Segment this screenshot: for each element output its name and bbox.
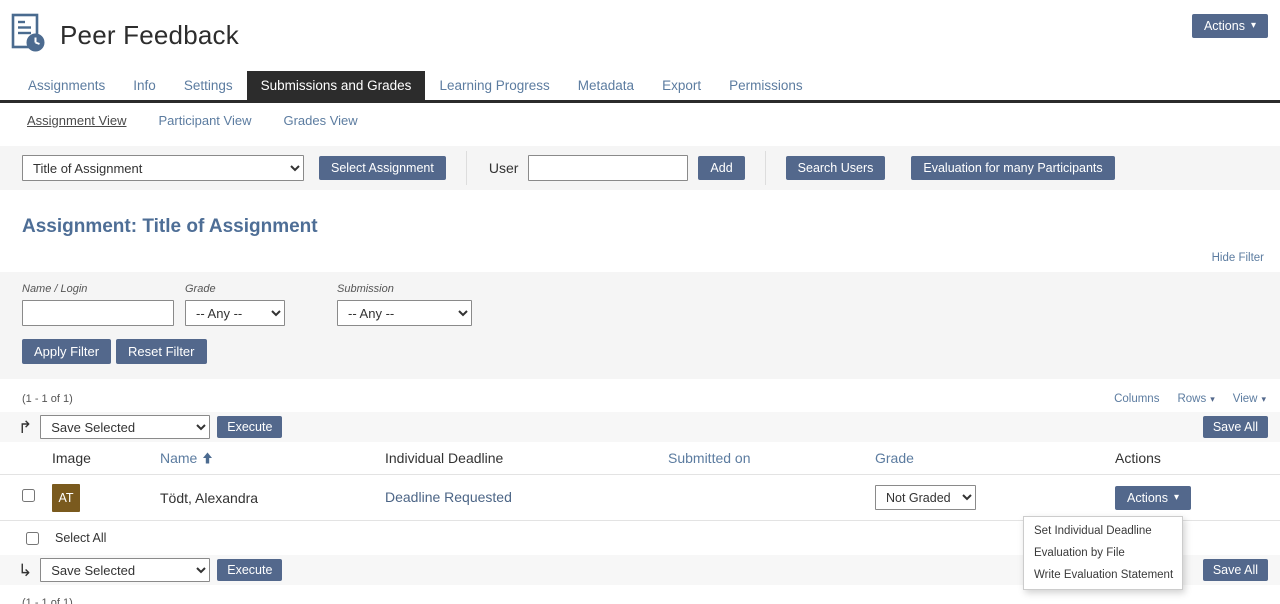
column-header-name-sort[interactable]: Name <box>160 450 213 466</box>
save-all-button-top[interactable]: Save All <box>1203 416 1268 438</box>
menu-item-set-individual-deadline[interactable]: Set Individual Deadline <box>1024 520 1182 542</box>
sort-ascending-icon <box>202 452 213 464</box>
rows-dropdown[interactable]: Rows ▾ <box>1177 393 1214 405</box>
caret-down-icon: ▾ <box>1261 395 1266 404</box>
select-all-checkbox[interactable] <box>26 532 39 545</box>
table-row: AT Tödt, Alexandra Deadline Requested No… <box>0 475 1280 521</box>
subtab-participant-view[interactable]: Participant View <box>158 113 251 128</box>
apply-filter-button[interactable]: Apply Filter <box>22 339 111 364</box>
subtab-bar: Assignment View Participant View Grades … <box>0 103 1280 136</box>
column-header-actions: Actions <box>1115 450 1280 466</box>
columns-link[interactable]: Columns <box>1114 393 1159 405</box>
page-title: Peer Feedback <box>60 20 239 51</box>
table-header-row: Image Name Individual Deadline Submitted… <box>0 442 1280 475</box>
subtab-grades-view[interactable]: Grades View <box>283 113 357 128</box>
bulk-action-select-bottom[interactable]: Save Selected <box>40 558 210 582</box>
page-header: Peer Feedback Actions ▾ <box>0 0 1280 61</box>
tab-permissions[interactable]: Permissions <box>715 71 817 100</box>
row-actions-menu: Set Individual Deadline Evaluation by Fi… <box>1023 516 1183 590</box>
arrow-up-right-icon: ↱ <box>18 419 32 436</box>
column-header-individual-deadline: Individual Deadline <box>385 450 668 466</box>
assignment-select[interactable]: Title of Assignment <box>22 155 304 181</box>
filter-submission-label: Submission <box>337 283 472 295</box>
result-range-top: (1 - 1 of 1) <box>22 393 73 405</box>
search-users-button[interactable]: Search Users <box>786 156 886 180</box>
hide-filter-row: Hide Filter <box>0 238 1280 272</box>
menu-item-evaluation-by-file[interactable]: Evaluation by File <box>1024 542 1182 564</box>
caret-down-icon: ▾ <box>1251 21 1256 31</box>
filter-name-login-input[interactable] <box>22 300 174 326</box>
subtab-assignment-view[interactable]: Assignment View <box>27 113 126 128</box>
column-header-grade-sort[interactable]: Grade <box>875 450 914 466</box>
arrow-down-right-icon: ↳ <box>18 562 32 579</box>
filter-name-login-label: Name / Login <box>22 283 174 295</box>
save-all-button-bottom[interactable]: Save All <box>1203 559 1268 581</box>
exercise-icon <box>10 12 46 59</box>
tab-settings[interactable]: Settings <box>170 71 247 100</box>
bulk-actions-top: ↱ Save Selected Execute Save All <box>0 412 1280 442</box>
row-actions-button[interactable]: Actions ▾ <box>1115 486 1191 510</box>
add-user-button[interactable]: Add <box>698 156 744 180</box>
assignment-heading: Assignment: Title of Assignment <box>22 216 1280 238</box>
grade-select[interactable]: Not Graded <box>875 485 976 510</box>
caret-down-icon: ▾ <box>1210 395 1215 404</box>
select-all-label: Select All <box>55 531 106 545</box>
table-range-row: (1 - 1 of 1) Columns Rows ▾ View ▾ <box>0 379 1280 412</box>
toolbar-separator <box>765 151 766 185</box>
column-header-name-label: Name <box>160 450 197 466</box>
toolbar-separator <box>466 151 467 185</box>
peer-feedback-page: Peer Feedback Actions ▾ Assignments Info… <box>0 0 1280 604</box>
tab-assignments[interactable]: Assignments <box>14 71 119 100</box>
execute-button-top[interactable]: Execute <box>217 416 282 438</box>
filter-grade-select[interactable]: -- Any -- <box>185 300 285 326</box>
page-actions-button[interactable]: Actions ▾ <box>1192 14 1268 38</box>
caret-down-icon: ▾ <box>1174 493 1179 503</box>
tab-bar: Assignments Info Settings Submissions an… <box>0 71 1280 103</box>
rows-label: Rows <box>1177 393 1206 405</box>
row-actions-label: Actions <box>1127 491 1168 505</box>
select-assignment-button[interactable]: Select Assignment <box>319 156 446 180</box>
tab-info[interactable]: Info <box>119 71 170 100</box>
filter-grade-label: Grade <box>185 283 285 295</box>
user-input[interactable] <box>528 155 688 181</box>
row-checkbox[interactable] <box>22 489 35 502</box>
result-range-bottom: (1 - 1 of 1) <box>22 597 73 604</box>
bulk-action-select-top[interactable]: Save Selected <box>40 415 210 439</box>
deadline-requested-link[interactable]: Deadline Requested <box>385 489 512 505</box>
hide-filter-link[interactable]: Hide Filter <box>1212 252 1264 264</box>
top-toolbar: Title of Assignment Select Assignment Us… <box>0 146 1280 190</box>
reset-filter-button[interactable]: Reset Filter <box>116 339 206 364</box>
column-header-image: Image <box>52 450 160 466</box>
evaluation-many-participants-button[interactable]: Evaluation for many Participants <box>911 156 1114 180</box>
tab-submissions-and-grades[interactable]: Submissions and Grades <box>247 71 426 100</box>
participant-name: Tödt, Alexandra <box>160 490 385 506</box>
view-label: View <box>1233 393 1258 405</box>
user-label: User <box>489 160 519 176</box>
tab-learning-progress[interactable]: Learning Progress <box>425 71 563 100</box>
view-dropdown[interactable]: View ▾ <box>1233 393 1266 405</box>
filter-submission-select[interactable]: -- Any -- <box>337 300 472 326</box>
menu-item-write-evaluation-statement[interactable]: Write Evaluation Statement <box>1024 564 1182 586</box>
avatar: AT <box>52 484 80 512</box>
filter-panel: Name / Login Grade -- Any -- Submission … <box>0 272 1280 379</box>
tab-metadata[interactable]: Metadata <box>564 71 648 100</box>
page-actions-label: Actions <box>1204 19 1245 33</box>
column-header-submitted-on-sort[interactable]: Submitted on <box>668 450 751 466</box>
execute-button-bottom[interactable]: Execute <box>217 559 282 581</box>
tab-export[interactable]: Export <box>648 71 715 100</box>
